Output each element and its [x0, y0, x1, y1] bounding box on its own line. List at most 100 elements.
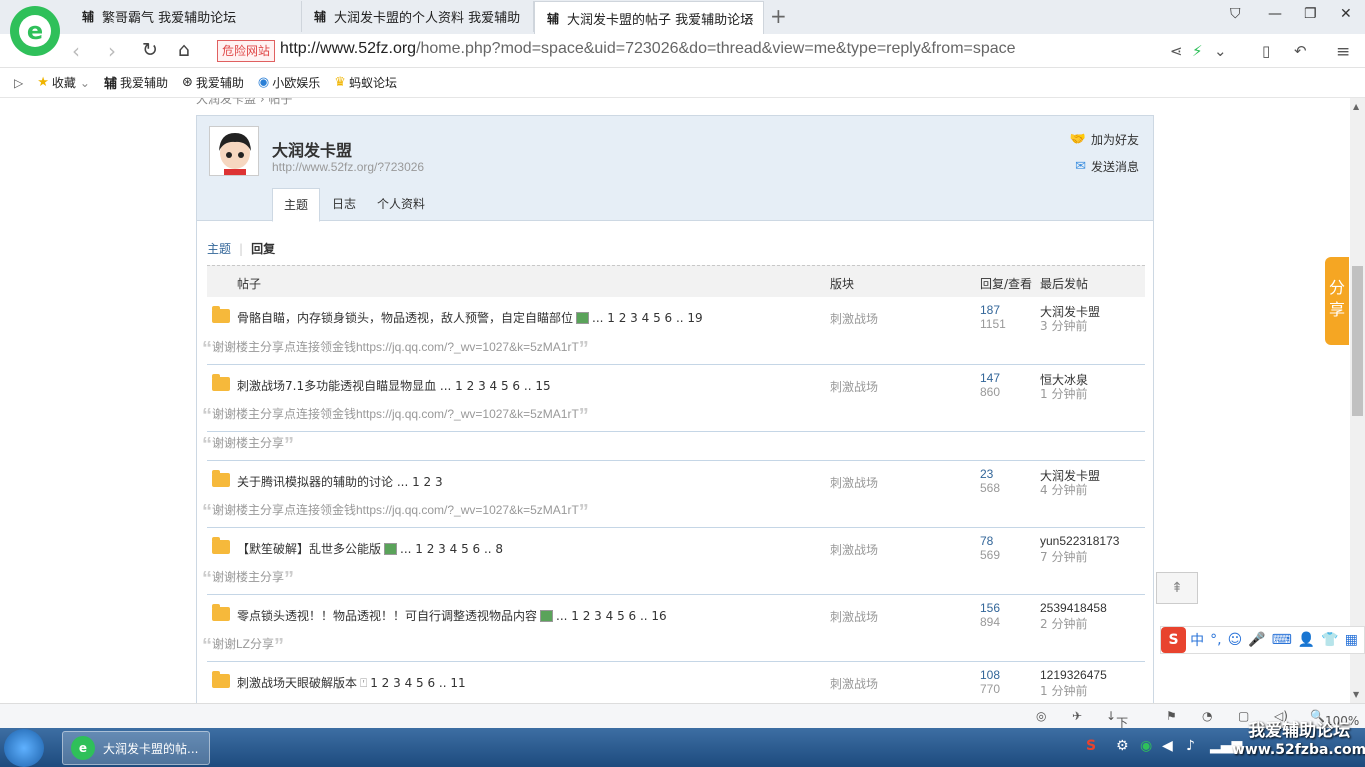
thread-title[interactable]: 零点锁头透视！！物品透视！！可自行调整透视物品内容 [237, 609, 537, 623]
thread-forum[interactable]: 刺激战场 [830, 541, 878, 558]
shirt-skin-icon[interactable]: ⛉ [1230, 6, 1241, 22]
network-share-icon[interactable]: ⚙ [1116, 738, 1129, 754]
bookmark-item[interactable]: ♛ 蚂蚁论坛 [334, 74, 397, 91]
avatar[interactable] [209, 126, 259, 176]
thread-pages[interactable]: ... 1 2 3 4 5 6 .. 15 [440, 379, 551, 393]
phone-icon[interactable]: ▯ [1262, 42, 1270, 60]
browser-logo-icon[interactable]: e [10, 6, 60, 56]
download-button[interactable]: ↓ 下载 [1106, 709, 1128, 747]
keyboard-icon[interactable]: ⌨ [1272, 632, 1292, 648]
table-row: 【默笙破解】乱世多公能版 ... 1 2 3 4 5 6 .. 8 刺激战场 78… [207, 528, 1145, 566]
mail-icon: ✉ [1075, 159, 1086, 174]
scroll-up-icon[interactable]: ▲ [1353, 102, 1359, 111]
subtab-topic[interactable]: 主题 [207, 242, 231, 256]
emoji-icon[interactable]: ☺ [1228, 632, 1243, 648]
folder-icon [212, 537, 230, 554]
danger-site-badge[interactable]: 危险网站 [217, 40, 276, 62]
taskbar-item-browser[interactable]: e 大润发卡盟的帖... [62, 731, 210, 765]
thread-forum[interactable]: 刺激战场 [830, 310, 878, 327]
image-attachment-icon [576, 312, 590, 324]
minimize-icon[interactable]: — [1268, 6, 1282, 22]
quote-open-icon: “ [202, 635, 212, 657]
send-message-button[interactable]: ✉ 发送消息 [1075, 158, 1139, 175]
thread-title[interactable]: 【默笙破解】乱世多公能版 [237, 542, 381, 556]
tab-profile[interactable]: 个人资料 [366, 188, 436, 222]
back-icon[interactable]: ‹ [72, 39, 80, 63]
quote-text[interactable]: 谢谢楼主分享 [212, 436, 284, 450]
url-input[interactable]: http://www.52fz.org/home.php?mod=space&u… [280, 40, 1016, 58]
add-friend-button[interactable]: 🤝 加为好友 [1070, 131, 1139, 148]
sogou-logo-icon[interactable]: S [1161, 627, 1187, 653]
quote-text[interactable]: 谢谢LZ分享 [212, 637, 274, 651]
quote-text[interactable]: 谢谢楼主分享点连接领金钱https://jq.qq.com/?_wv=1027&… [212, 503, 579, 517]
share-icon[interactable]: ⋖ [1170, 42, 1183, 60]
last-poster[interactable]: yun522318173 [1040, 534, 1119, 548]
thread-forum[interactable]: 刺激战场 [830, 608, 878, 625]
profile-url[interactable]: http://www.52fz.org/?723026 [272, 160, 424, 174]
share-side-button[interactable]: 分享 [1325, 257, 1349, 345]
tab-1[interactable]: 辅 繁哥霸气 我爱辅助论坛 [70, 1, 302, 32]
scrollbar-thumb[interactable] [1352, 266, 1363, 416]
back-to-top-button[interactable]: ⇞ [1156, 572, 1198, 604]
reply-quote: “谢谢LZ分享” [202, 635, 284, 658]
pin-icon[interactable]: ✈ [1072, 709, 1082, 723]
skin-icon[interactable]: 👕 [1321, 632, 1338, 648]
user-icon[interactable]: 👤 [1298, 632, 1315, 648]
vertical-scrollbar[interactable]: ▲ ▼ [1350, 98, 1365, 703]
last-poster[interactable]: 1219326475 [1040, 668, 1107, 682]
tab-3-active[interactable]: 辅 大润发卡盟的帖子 我爱辅助论坛 × [534, 1, 764, 34]
tab-topics[interactable]: 主题 [272, 188, 321, 222]
volume-tray-icon[interactable]: ♪ [1186, 738, 1195, 754]
ime-lang[interactable]: 中 [1190, 630, 1204, 650]
bookmark-item[interactable]: 辅我爱辅助 [104, 73, 168, 92]
refresh-icon[interactable]: ↻ [142, 39, 158, 61]
bookmark-item[interactable]: ⊛ 我爱辅助 [182, 74, 244, 91]
thread-pages[interactable]: ... 1 2 3 [397, 475, 443, 489]
chevron-down-icon[interactable]: ⌄ [1214, 42, 1227, 60]
taskbar: e 大润发卡盟的帖... S ⚙ ◉ ◀ ♪ ▂▄▆ [0, 728, 1365, 767]
close-tab-icon[interactable]: × [743, 10, 755, 26]
tab-2[interactable]: 辅 大润发卡盟的个人资料 我爱辅助 [302, 1, 534, 32]
forward-icon[interactable]: › [108, 39, 116, 63]
thread-forum[interactable]: 刺激战场 [830, 378, 878, 395]
edge-icon[interactable]: ◔ [1202, 709, 1212, 723]
scroll-down-icon[interactable]: ▼ [1353, 690, 1359, 699]
lightning-icon[interactable]: ⚡ [1192, 42, 1203, 60]
thread-title[interactable]: 刺激战场天眼破解版本 [237, 676, 357, 690]
flag-icon[interactable]: ⚑ [1166, 709, 1177, 723]
thread-title[interactable]: 刺激战场7.1多功能透视自瞄显物显血 [237, 379, 436, 393]
attachment-clip-icon: ⍞ [360, 676, 368, 690]
thread-title[interactable]: 骨骼自瞄，内存锁身锁头，物品透视，敌人预警，自定自瞄部位 [237, 311, 573, 325]
menu-icon[interactable]: ≡ [1336, 42, 1350, 62]
subtab-reply[interactable]: 回复 [251, 242, 275, 256]
speaker-tray-icon[interactable]: ◀ [1162, 738, 1173, 754]
maximize-icon[interactable]: ❐ [1304, 6, 1317, 22]
sidebar-toggle-icon[interactable]: ▷ [14, 76, 23, 90]
undo-icon[interactable]: ↶ [1294, 42, 1307, 60]
tab-blog[interactable]: 日志 [321, 188, 367, 222]
bookmark-favorites[interactable]: ★ 收藏 ⌄ [37, 74, 90, 91]
ime-punct[interactable]: °, [1210, 632, 1221, 648]
thread-forum[interactable]: 刺激战场 [830, 675, 878, 692]
thread-pages[interactable]: ... 1 2 3 4 5 6 .. 19 [592, 311, 703, 325]
thread-pages[interactable]: ... 1 2 3 4 5 6 .. 16 [556, 609, 667, 623]
grid-icon[interactable]: ▦ [1345, 632, 1358, 648]
quote-text[interactable]: 谢谢楼主分享点连接领金钱https://jq.qq.com/?_wv=1027&… [212, 407, 579, 421]
quote-text[interactable]: 谢谢楼主分享点连接领金钱https://jq.qq.com/?_wv=1027&… [212, 340, 579, 354]
status-bar: ◎ ✈ ↓ 下载 ⚑ ◔ ▢ ◁) 🔍 100% [0, 703, 1365, 747]
thread-forum[interactable]: 刺激战场 [830, 474, 878, 491]
mic-icon[interactable]: 🎤 [1248, 632, 1265, 648]
thread-pages[interactable]: ... 1 2 3 4 5 6 .. 8 [400, 542, 503, 556]
browser-tray-icon[interactable]: ◉ [1140, 738, 1152, 754]
home-icon[interactable]: ⌂ [178, 39, 190, 61]
close-window-icon[interactable]: ✕ [1340, 6, 1352, 22]
quote-text[interactable]: 谢谢楼主分享 [212, 570, 284, 584]
bookmark-item[interactable]: ◉ 小欧娱乐 [258, 74, 320, 91]
new-tab-button[interactable]: + [770, 4, 787, 28]
start-button[interactable] [4, 729, 44, 767]
thread-title[interactable]: 关于腾讯模拟器的辅助的讨论 [237, 475, 393, 489]
last-poster[interactable]: 2539418458 [1040, 601, 1107, 615]
sogou-tray-icon[interactable]: S [1086, 738, 1096, 754]
ie-icon[interactable]: ◎ [1036, 709, 1046, 723]
thread-pages[interactable]: 1 2 3 4 5 6 .. 11 [370, 676, 465, 690]
